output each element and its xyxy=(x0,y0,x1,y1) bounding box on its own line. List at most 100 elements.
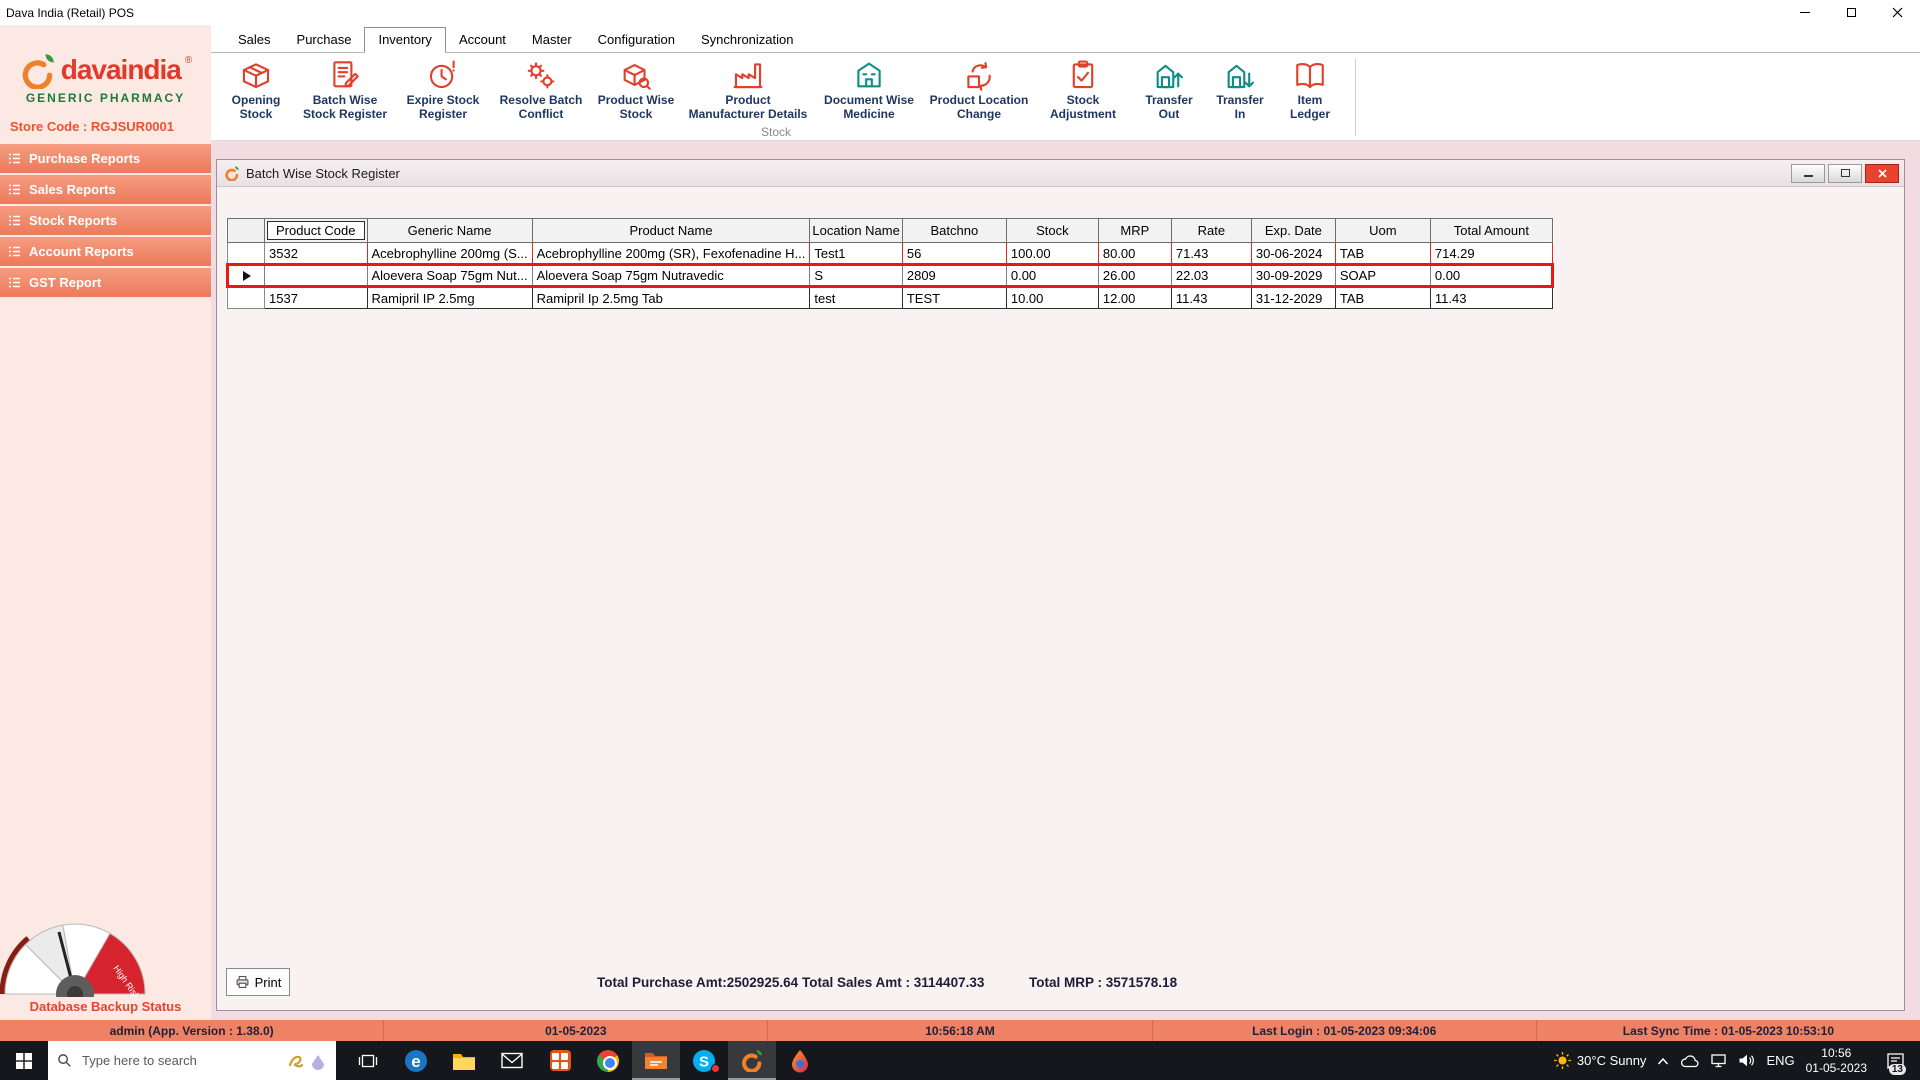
cell-exp-date[interactable]: 30-09-2029 xyxy=(1250,263,1336,288)
table-row[interactable]: 1537 Ramipril IP 2.5mg Ramipril Ip 2.5mg… xyxy=(227,286,1553,309)
sidebar-item-sales-reports[interactable]: Sales Reports xyxy=(0,175,211,204)
resolve-batch-conflict-button[interactable]: Resolve Batch Conflict xyxy=(497,58,585,126)
transfer-out-button[interactable]: Transfer Out xyxy=(1137,58,1201,126)
sidebar-item-stock-reports[interactable]: Stock Reports xyxy=(0,206,211,235)
tab-configuration[interactable]: Configuration xyxy=(585,28,688,51)
close-button[interactable] xyxy=(1874,0,1920,25)
mail-button[interactable] xyxy=(488,1041,536,1080)
cell-location-name[interactable]: test xyxy=(809,286,903,309)
cell-stock[interactable]: 10.00 xyxy=(1005,286,1099,309)
row-selector[interactable] xyxy=(227,286,265,309)
product-location-change-button[interactable]: Product Location Change xyxy=(929,58,1029,126)
child-maximize-button[interactable] xyxy=(1828,163,1862,183)
minimize-button[interactable] xyxy=(1782,0,1828,25)
weather-widget[interactable]: 30°C Sunny xyxy=(1553,1052,1646,1069)
taskbar-search[interactable] xyxy=(48,1041,336,1080)
opening-stock-button[interactable]: Opening Stock xyxy=(221,58,291,126)
cell-exp-date[interactable]: 31-12-2029 xyxy=(1250,286,1336,309)
onedrive-cloud-icon[interactable] xyxy=(1680,1054,1699,1068)
cell-generic-name[interactable]: Ramipril IP 2.5mg xyxy=(366,286,533,309)
cell-product-name[interactable]: Aloevera Soap 75gm Nutravedic xyxy=(531,263,811,288)
document-wise-medicine-button[interactable]: Document Wise Medicine xyxy=(819,58,919,126)
drop-app-button[interactable] xyxy=(776,1041,824,1080)
cell-stock[interactable]: 0.00 xyxy=(1005,263,1099,288)
product-wise-stock-button[interactable]: Product Wise Stock xyxy=(595,58,677,126)
maximize-button[interactable] xyxy=(1828,0,1874,25)
sidebar-item-gst-report[interactable]: GST Report xyxy=(0,268,211,297)
col-header-exp-date[interactable]: Exp. Date xyxy=(1250,218,1336,243)
network-icon[interactable] xyxy=(1710,1053,1727,1068)
cell-total-amount[interactable]: 0.00 xyxy=(1429,263,1554,288)
search-input[interactable] xyxy=(80,1052,278,1069)
cell-location-name[interactable]: S xyxy=(809,263,903,288)
file-explorer-button[interactable] xyxy=(440,1041,488,1080)
cell-total-amount[interactable]: 714.29 xyxy=(1429,242,1553,265)
volume-icon[interactable] xyxy=(1738,1053,1755,1068)
cell-total-amount[interactable]: 11.43 xyxy=(1429,286,1553,309)
tab-purchase[interactable]: Purchase xyxy=(284,28,365,51)
col-header-stock[interactable]: Stock xyxy=(1005,218,1099,243)
child-close-button[interactable] xyxy=(1865,163,1899,183)
skype-button[interactable]: S xyxy=(680,1041,728,1080)
cell-product-code[interactable]: 53 xyxy=(264,263,368,288)
col-header-location-name[interactable]: Location Name xyxy=(809,218,903,243)
taskbar-clock[interactable]: 10:56 01-05-2023 xyxy=(1806,1046,1867,1076)
cell-generic-name[interactable]: Aloevera Soap 75gm Nut... xyxy=(366,263,533,288)
language-indicator[interactable]: ENG xyxy=(1766,1053,1794,1068)
start-button[interactable] xyxy=(0,1041,48,1080)
hidden-icons-chevron-icon[interactable] xyxy=(1657,1056,1669,1066)
item-ledger-button[interactable]: Item Ledger xyxy=(1279,58,1341,126)
child-minimize-button[interactable] xyxy=(1791,163,1825,183)
cell-exp-date[interactable]: 30-06-2024 xyxy=(1250,242,1336,265)
child-window-titlebar[interactable]: Batch Wise Stock Register xyxy=(217,160,1904,187)
chrome-button[interactable] xyxy=(584,1041,632,1080)
product-manufacturer-details-button[interactable]: Product Manufacturer Details xyxy=(687,58,809,126)
table-row[interactable]: 3532 Acebrophylline 200mg (S... Acebroph… xyxy=(227,242,1553,265)
batch-wise-stock-register-button[interactable]: Batch Wise Stock Register xyxy=(301,58,389,126)
tab-master[interactable]: Master xyxy=(519,28,585,51)
row-selector[interactable] xyxy=(226,263,265,288)
cell-batchno[interactable]: 2809 xyxy=(901,263,1007,288)
cell-rate[interactable]: 22.03 xyxy=(1170,263,1252,288)
col-header-product-code[interactable]: Product Code xyxy=(264,218,368,243)
cell-generic-name[interactable]: Acebrophylline 200mg (S... xyxy=(366,242,533,265)
cell-product-name[interactable]: Acebrophylline 200mg (SR), Fexofenadine … xyxy=(531,242,811,265)
col-header-uom[interactable]: Uom xyxy=(1334,218,1431,243)
tab-synchronization[interactable]: Synchronization xyxy=(688,28,807,51)
table-row-selected[interactable]: 53 Aloevera Soap 75gm Nut... Aloevera So… xyxy=(226,263,1554,288)
stock-adjustment-button[interactable]: Stock Adjustment xyxy=(1039,58,1127,126)
cell-mrp[interactable]: 26.00 xyxy=(1097,263,1172,288)
cell-stock[interactable]: 100.00 xyxy=(1005,242,1099,265)
cell-product-name[interactable]: Ramipril Ip 2.5mg Tab xyxy=(531,286,811,309)
folder-app-button[interactable] xyxy=(632,1041,680,1080)
col-header-rate[interactable]: Rate xyxy=(1170,218,1252,243)
cell-uom[interactable]: SOAP xyxy=(1334,263,1431,288)
tab-inventory[interactable]: Inventory xyxy=(364,27,446,53)
expire-stock-register-button[interactable]: Expire Stock Register xyxy=(399,58,487,126)
task-view-button[interactable] xyxy=(344,1041,392,1080)
cell-uom[interactable]: TAB xyxy=(1334,286,1431,309)
cell-batchno[interactable]: TEST xyxy=(901,286,1007,309)
cell-rate[interactable]: 71.43 xyxy=(1170,242,1252,265)
edge-browser-button[interactable]: e xyxy=(392,1041,440,1080)
action-center-button[interactable]: 13 xyxy=(1878,1041,1912,1080)
tab-account[interactable]: Account xyxy=(446,28,519,51)
print-button[interactable]: Print xyxy=(226,968,290,996)
cell-product-code[interactable]: 1537 xyxy=(264,286,368,309)
col-header-mrp[interactable]: MRP xyxy=(1097,218,1172,243)
cell-batchno[interactable]: 56 xyxy=(901,242,1007,265)
sidebar-item-purchase-reports[interactable]: Purchase Reports xyxy=(0,144,211,173)
orange-grid-app-button[interactable] xyxy=(536,1041,584,1080)
col-header-generic-name[interactable]: Generic Name xyxy=(366,218,533,243)
cell-location-name[interactable]: Test1 xyxy=(809,242,903,265)
cell-mrp[interactable]: 80.00 xyxy=(1097,242,1172,265)
col-header-product-name[interactable]: Product Name xyxy=(531,218,811,243)
tab-sales[interactable]: Sales xyxy=(225,28,284,51)
cell-product-code[interactable]: 3532 xyxy=(264,242,368,265)
sidebar-item-account-reports[interactable]: Account Reports xyxy=(0,237,211,266)
cell-rate[interactable]: 11.43 xyxy=(1170,286,1252,309)
dava-pos-app-button[interactable] xyxy=(728,1041,776,1080)
row-selector[interactable] xyxy=(227,242,265,265)
cell-uom[interactable]: TAB xyxy=(1334,242,1431,265)
col-header-total-amount[interactable]: Total Amount xyxy=(1429,218,1553,243)
